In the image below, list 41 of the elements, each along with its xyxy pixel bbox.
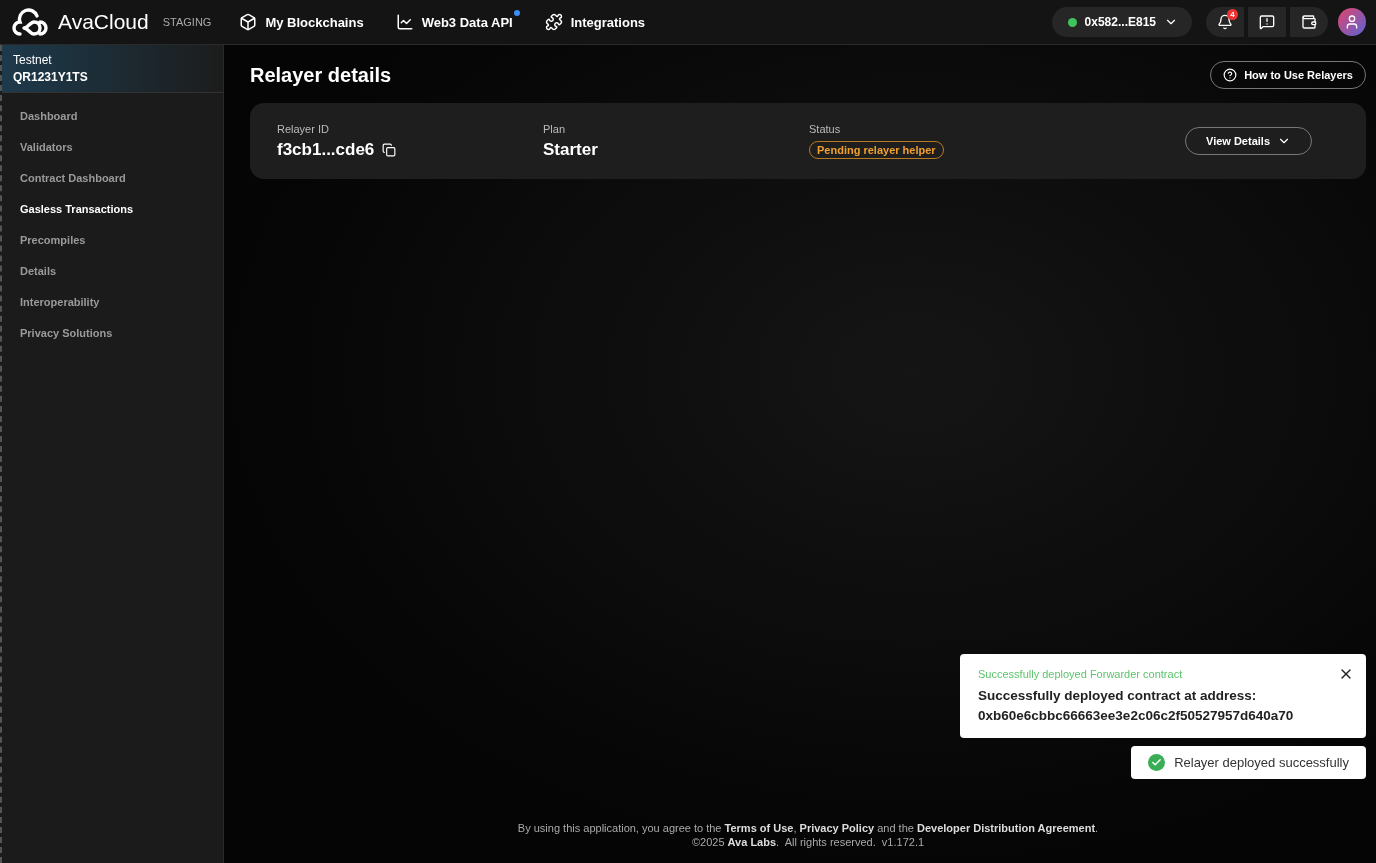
copy-icon[interactable] [382,142,397,157]
copyright-notice: ©2025 Ava Labs. All rights reserved. v1.172.1 [690,835,926,849]
toast-message: Relayer deployed successfully [1174,755,1349,770]
page-title: Relayer details [250,63,392,87]
legal-notice: By using this application, you agree to the Terms of Use, Privacy Policy and the Developer Distribution Agreement. [516,821,1100,835]
check-circle-icon [1148,754,1166,771]
sidebar-item[interactable]: Details [20,256,223,287]
sidebar-item[interactable]: Contract Dashboard [20,163,223,194]
field-label: Plan [543,122,567,135]
cube-icon [239,13,258,31]
notification-count-badge: 4 [1227,9,1238,20]
user-avatar[interactable] [1338,8,1366,36]
brand-name: AvaCloud [58,10,149,34]
chain-id: QR1231Y1TS [13,70,89,84]
nav-link[interactable]: Integrations [544,13,646,31]
sidebar-item[interactable]: Interoperability [20,287,223,318]
help-icon [1223,68,1238,82]
sidebar-item[interactable]: Privacy Solutions [20,318,223,349]
message-alert-icon [1259,14,1275,30]
relayer-id: f3cb1...cde6 [277,139,375,160]
toast-title: Successfully deployed Forwarder contract [978,668,1184,680]
nav-link[interactable]: Web3 Data API [395,13,513,31]
plan-value: Starter [543,139,598,160]
sidebar-item[interactable]: Gasless Transactions [20,194,223,225]
environment-label: STAGING [162,16,212,28]
nav-link[interactable]: My Blockchains [239,13,364,31]
sidebar-item[interactable]: Precompiles [20,225,223,256]
sidebar-item[interactable]: Dashboard [20,101,223,132]
network-name: Testnet [13,53,53,67]
field-label: Relayer ID [277,122,330,135]
puzzle-icon [544,13,563,31]
field-label: Status [809,123,842,135]
notifications-button[interactable]: 4 [1206,7,1244,37]
feedback-button[interactable] [1248,7,1286,37]
bell-icon [1217,14,1233,30]
wallet-card-button[interactable] [1290,7,1328,37]
toast-message: Successfully deployed contract at address: 0xb60e6cbbc66663ee3e2c06c2f50527957d640a70 [978,687,1295,725]
wallet-icon [1301,14,1317,30]
wallet-button[interactable]: 0x582...E815 [1051,7,1192,37]
chart-icon [395,13,414,31]
sidebar-item[interactable]: Validators [20,132,223,163]
